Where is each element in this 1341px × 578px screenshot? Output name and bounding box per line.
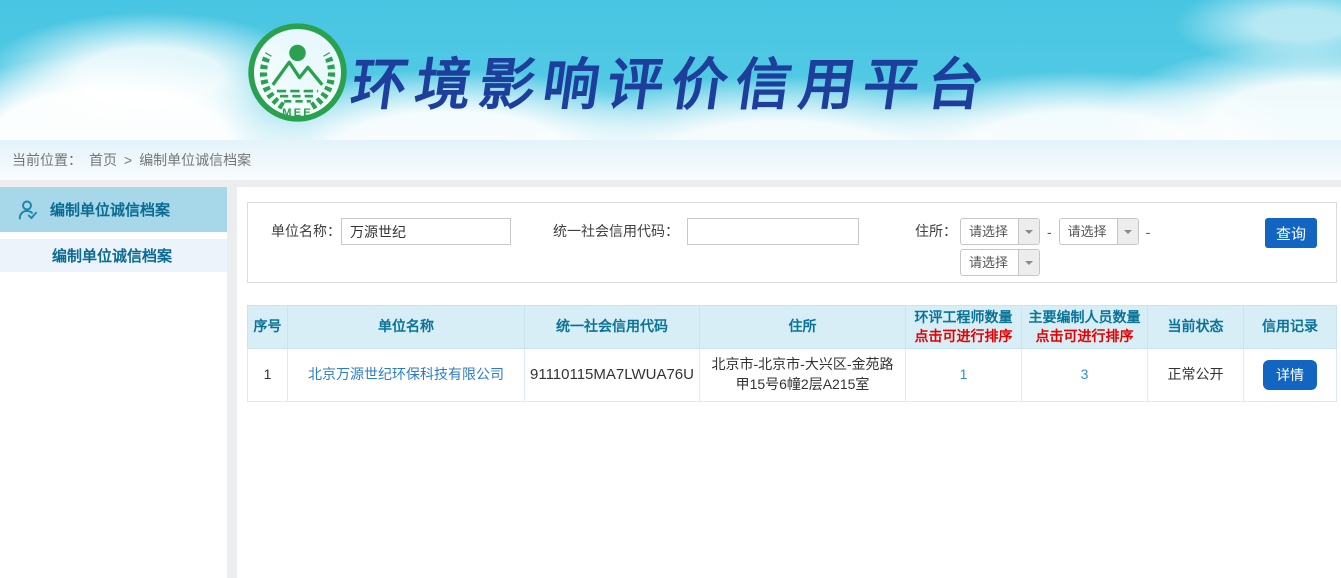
sidebar: 编制单位诚信档案 编制单位诚信档案	[0, 187, 227, 578]
table-row: 1 北京万源世纪环保科技有限公司 91110115MA7LWUA76U 北京市-…	[248, 348, 1337, 401]
col-header-engineer-count-label: 环评工程师数量	[915, 309, 1013, 325]
chevron-down-icon	[1018, 219, 1039, 244]
results-table: 序号 单位名称 统一社会信用代码 住所 环评工程师数量 点击可进行排序 主要编制…	[247, 305, 1337, 402]
col-header-editor-count-sort[interactable]: 主要编制人员数量 点击可进行排序	[1022, 306, 1148, 349]
detail-button[interactable]: 详情	[1263, 360, 1317, 390]
cell-credit-code: 91110115MA7LWUA76U	[525, 348, 700, 401]
select-separator: -	[1146, 219, 1151, 245]
col-header-unit-name: 单位名称	[288, 306, 525, 349]
cell-index: 1	[248, 348, 288, 401]
site-banner: MEE 环境影响评价信用平台	[0, 0, 1341, 140]
sidebar-subitem-unit-credit-archive[interactable]: 编制单位诚信档案	[0, 239, 227, 272]
chevron-down-icon	[1117, 219, 1138, 244]
unit-name-label: 单位名称：	[271, 218, 341, 244]
person-check-icon	[16, 198, 40, 222]
breadcrumb-prefix: 当前位置：	[12, 150, 82, 170]
site-title: 环境影响评价信用平台	[346, 40, 997, 121]
query-button[interactable]: 查询	[1265, 218, 1317, 248]
breadcrumb-current: 编制单位诚信档案	[139, 150, 251, 170]
unit-name-input[interactable]	[341, 218, 511, 245]
chevron-down-icon	[1018, 250, 1039, 275]
district-select-value: 请选择	[961, 250, 1018, 275]
district-select[interactable]: 请选择	[960, 249, 1040, 276]
content-panel: 单位名称： 统一社会信用代码： 住所： 请选择 - 请选择 -	[237, 187, 1341, 578]
credit-code-input[interactable]	[687, 218, 859, 245]
city-select-value: 请选择	[1060, 219, 1117, 244]
breadcrumb-separator: >	[124, 152, 132, 168]
col-header-status: 当前状态	[1148, 306, 1244, 349]
sort-hint: 点击可进行排序	[909, 327, 1018, 346]
col-header-index: 序号	[248, 306, 288, 349]
unit-name-link[interactable]: 北京万源世纪环保科技有限公司	[308, 366, 504, 382]
sort-hint: 点击可进行排序	[1025, 327, 1144, 346]
sidebar-subitem-label: 编制单位诚信档案	[52, 245, 172, 266]
col-header-editor-count-label: 主要编制人员数量	[1029, 309, 1141, 325]
search-form: 单位名称： 统一社会信用代码： 住所： 请选择 - 请选择 -	[247, 202, 1337, 283]
mee-logo-icon: MEE	[246, 21, 349, 124]
cell-status: 正常公开	[1148, 348, 1244, 401]
editor-count-link[interactable]: 3	[1081, 366, 1089, 382]
breadcrumb-home-link[interactable]: 首页	[89, 150, 117, 170]
col-header-engineer-count-sort[interactable]: 环评工程师数量 点击可进行排序	[906, 306, 1022, 349]
sidebar-item-label: 编制单位诚信档案	[50, 199, 170, 220]
col-header-credit-code: 统一社会信用代码	[525, 306, 700, 349]
engineer-count-link[interactable]: 1	[960, 366, 968, 382]
credit-code-label: 统一社会信用代码：	[553, 218, 679, 244]
main-area: 编制单位诚信档案 编制单位诚信档案 单位名称： 统一社会信用代码： 住所： 请选…	[0, 187, 1341, 578]
table-header-row: 序号 单位名称 统一社会信用代码 住所 环评工程师数量 点击可进行排序 主要编制…	[248, 306, 1337, 349]
col-header-credit-record: 信用记录	[1244, 306, 1337, 349]
breadcrumb: 当前位置： 首页 > 编制单位诚信档案	[0, 140, 1341, 180]
sidebar-item-unit-credit-archive[interactable]: 编制单位诚信档案	[0, 187, 227, 232]
city-select[interactable]: 请选择	[1059, 218, 1139, 245]
select-separator: -	[1047, 219, 1052, 245]
province-select-value: 请选择	[961, 219, 1018, 244]
cell-address: 北京市-北京市-大兴区-金苑路甲15号6幢2层A215室	[700, 348, 906, 401]
logo-mee-text: MEE	[282, 107, 313, 119]
address-selects: 请选择 - 请选择 - 请选择	[960, 218, 1150, 276]
province-select[interactable]: 请选择	[960, 218, 1040, 245]
col-header-address: 住所	[700, 306, 906, 349]
address-label: 住所：	[915, 218, 957, 244]
